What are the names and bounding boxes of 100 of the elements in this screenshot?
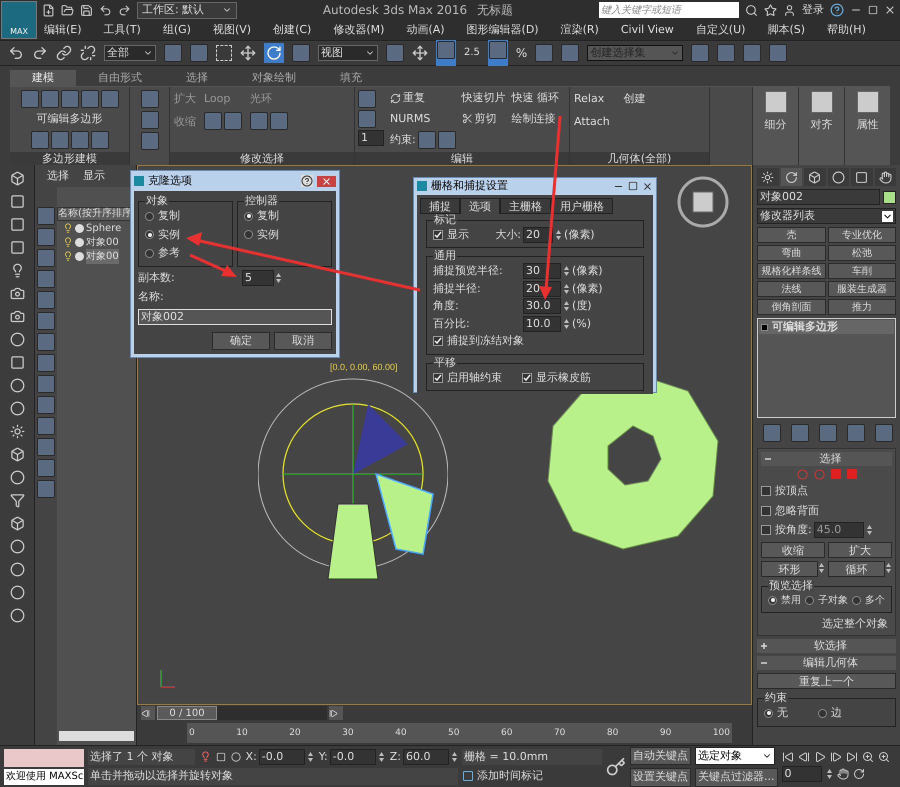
redo-icon[interactable]: [32, 45, 48, 61]
axis-constraint-icon[interactable]: [412, 45, 428, 61]
menu-item[interactable]: 脚本(S): [767, 22, 806, 38]
spinner-arrows-icon[interactable]: [555, 228, 562, 242]
number-field[interactable]: 45.0: [814, 522, 864, 538]
create-tool-icon[interactable]: [10, 493, 24, 508]
zoom-icon[interactable]: [862, 751, 874, 763]
menu-item[interactable]: 组(G): [162, 22, 191, 38]
checkbox[interactable]: [433, 372, 443, 383]
unlink-icon[interactable]: [80, 45, 96, 61]
panel-footer[interactable]: 修改选择: [170, 152, 354, 166]
create-tool-icon[interactable]: [10, 585, 24, 600]
close-icon[interactable]: [884, 4, 896, 16]
script-listener-field[interactable]: [4, 748, 84, 766]
previous-key-icon[interactable]: [798, 751, 810, 763]
rollout-header[interactable]: 软选择: [757, 639, 896, 653]
ribbon-tab[interactable]: 选择: [164, 70, 230, 86]
play-icon[interactable]: [814, 751, 826, 763]
close-icon[interactable]: [642, 180, 653, 192]
menu-item[interactable]: 编辑(E): [44, 22, 82, 38]
modifier-list-dropdown[interactable]: 修改器列表: [757, 208, 896, 224]
modifier-stack-item[interactable]: 可编辑多边形: [759, 320, 894, 334]
key-mode-dropdown[interactable]: 选定对象: [695, 746, 775, 765]
isolate-icon[interactable]: [200, 751, 211, 762]
command-tab-icon[interactable]: [761, 170, 774, 184]
create-tool-icon[interactable]: [10, 171, 24, 186]
copies-field[interactable]: 5: [242, 270, 274, 286]
radio-button[interactable]: [852, 596, 861, 604]
selection-region-icon[interactable]: [216, 45, 232, 61]
selection-button[interactable]: 收缩: [761, 542, 825, 558]
command-tab-icon[interactable]: [808, 170, 822, 184]
create-tool-icon[interactable]: [10, 562, 24, 577]
track-bar[interactable]: 0 10 20 30 40 50 60 70 80 90 100: [187, 723, 732, 743]
modifier-button[interactable]: 壳: [757, 227, 826, 243]
number-field[interactable]: 30.0: [523, 298, 561, 314]
ribbon-tab[interactable]: 建模: [10, 70, 76, 86]
ribbon-tab[interactable]: 自由形式: [76, 70, 164, 86]
light-bulb-icon[interactable]: [63, 223, 73, 233]
radio-button[interactable]: [244, 230, 253, 240]
menu-item[interactable]: 自定义(U): [696, 22, 746, 38]
ribbon-large-button[interactable]: 细分: [752, 87, 798, 166]
selection-button[interactable]: 扩大: [828, 542, 892, 558]
app-logo-button[interactable]: MAX: [1, 1, 37, 39]
spinner-arrows-icon[interactable]: [275, 270, 282, 285]
dialog-tab[interactable]: 捕捉: [420, 198, 460, 214]
menu-item[interactable]: 帮助(H): [827, 22, 866, 38]
checkbox[interactable]: [433, 336, 443, 346]
expand-icon[interactable]: [760, 642, 768, 650]
create-tool-icon[interactable]: [10, 332, 24, 347]
number-field[interactable]: 20: [523, 226, 553, 243]
save-icon[interactable]: [80, 4, 93, 16]
checkbox[interactable]: [761, 525, 771, 536]
radio-button[interactable]: [145, 212, 154, 221]
key-filters-button[interactable]: 关键点过滤器...: [695, 768, 778, 786]
user-icon[interactable]: [783, 4, 796, 16]
ribbon-large-button[interactable]: 属性: [844, 87, 890, 166]
undo-icon[interactable]: [8, 45, 24, 61]
help-icon[interactable]: [830, 3, 844, 17]
create-tool-icon[interactable]: [10, 424, 24, 439]
number-field[interactable]: 10.0: [523, 316, 561, 332]
time-tag-icon[interactable]: [462, 770, 474, 782]
modifier-button[interactable]: 专业优化: [828, 227, 896, 243]
spinner-arrows-icon[interactable]: [866, 523, 873, 538]
create-tool-icon[interactable]: [10, 355, 24, 370]
create-tool-icon[interactable]: [10, 217, 24, 232]
rotate-icon[interactable]: [266, 45, 282, 61]
command-tab-icon[interactable]: [855, 170, 868, 184]
coordinate-field[interactable]: -0.0: [330, 748, 376, 765]
dialog-button[interactable]: 确定: [212, 332, 270, 350]
create-tool-icon[interactable]: [10, 378, 24, 393]
maximize-icon[interactable]: [628, 181, 638, 192]
menu-item[interactable]: 选择: [47, 168, 69, 184]
menu-item[interactable]: 视图(V): [212, 22, 252, 38]
radio-button[interactable]: [818, 708, 827, 718]
spinner-arrows-icon[interactable]: [563, 299, 570, 314]
radio-button[interactable]: [145, 230, 154, 240]
light-bulb-icon[interactable]: [63, 237, 73, 247]
modifier-button[interactable]: 弯曲: [757, 245, 826, 261]
panel-footer[interactable]: 几何体(全部): [570, 152, 709, 166]
go-to-start-icon[interactable]: [782, 751, 794, 763]
menu-item[interactable]: 动画(A): [406, 22, 445, 38]
object-name-field[interactable]: 对象002: [757, 189, 880, 205]
checkbox[interactable]: [433, 230, 443, 240]
radio-button[interactable]: [805, 596, 814, 604]
panel-footer[interactable]: 多边形建模: [10, 152, 129, 166]
spinner-arrows-icon[interactable]: [451, 750, 458, 764]
percent-snap-toggle[interactable]: %: [516, 47, 528, 59]
create-tool-icon[interactable]: [10, 516, 24, 531]
dialog-button[interactable]: 取消: [274, 332, 332, 350]
previous-frame-button[interactable]: [141, 706, 155, 720]
menu-item[interactable]: Civil View: [620, 22, 674, 38]
set-key-button[interactable]: 设置关键点: [630, 768, 691, 786]
pan-icon[interactable]: [836, 768, 848, 780]
orbit-icon[interactable]: [852, 768, 864, 780]
checkbox[interactable]: [761, 506, 771, 516]
modifier-button[interactable]: 服装生成器: [828, 281, 896, 297]
selection-filter-dropdown[interactable]: 全部: [104, 45, 156, 61]
angle-snap-toggle[interactable]: 2.5: [464, 48, 480, 58]
rollout-header[interactable]: 选择: [761, 452, 892, 466]
repeat-last-button[interactable]: 重复上一个: [757, 673, 896, 689]
